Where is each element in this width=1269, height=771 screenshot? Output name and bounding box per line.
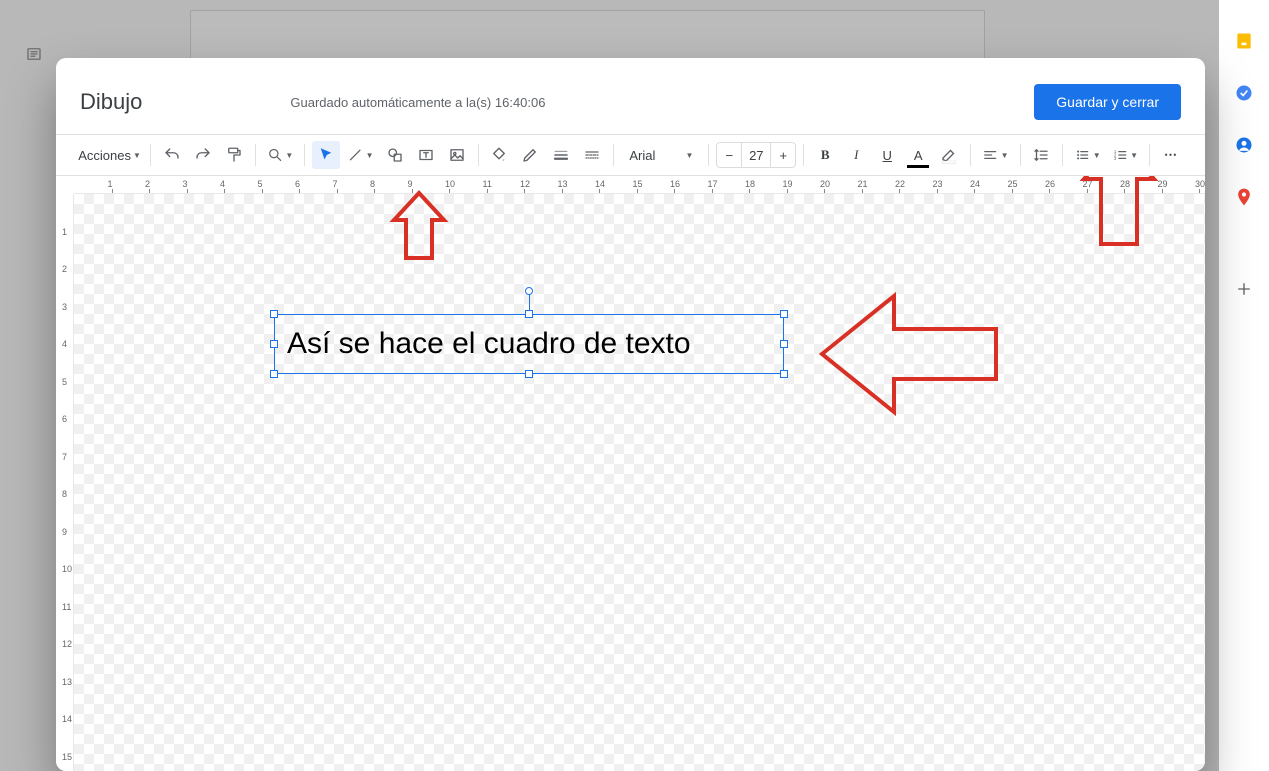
maps-icon[interactable] (1233, 186, 1255, 208)
numbered-list-button[interactable]: 123▼ (1108, 141, 1142, 169)
bullet-list-button[interactable]: ▼ (1070, 141, 1104, 169)
separator (708, 144, 709, 166)
separator (803, 144, 804, 166)
image-tool[interactable] (443, 141, 471, 169)
actions-label: Acciones (78, 148, 131, 163)
annotation-arrow-left (814, 284, 1004, 429)
font-size-decrease[interactable]: − (717, 148, 741, 163)
redo-button[interactable] (189, 141, 217, 169)
undo-button[interactable] (158, 141, 186, 169)
font-name-label: Arial (629, 148, 655, 163)
select-tool[interactable] (312, 141, 340, 169)
font-size-increase[interactable]: + (771, 148, 795, 163)
border-color-button[interactable] (516, 141, 544, 169)
separator (613, 144, 614, 166)
bold-button[interactable]: B (811, 141, 839, 169)
chevron-down-icon: ▼ (1001, 151, 1009, 160)
align-button[interactable]: ▼ (978, 141, 1012, 169)
line-spacing-button[interactable] (1027, 141, 1055, 169)
selected-textbox[interactable]: Así se hace el cuadro de texto (274, 314, 784, 374)
save-and-close-button[interactable]: Guardar y cerrar (1034, 84, 1181, 120)
separator (304, 144, 305, 166)
zoom-button[interactable]: ▼ (263, 141, 297, 169)
textbox-tool[interactable] (412, 141, 440, 169)
separator (970, 144, 971, 166)
chevron-down-icon: ▼ (1093, 151, 1101, 160)
horizontal-ruler: 1234567891011121314151617181920212223242… (74, 176, 1205, 194)
resize-handle-s[interactable] (525, 370, 533, 378)
chevron-down-icon: ▼ (366, 151, 374, 160)
chevron-down-icon: ▼ (133, 151, 141, 160)
resize-handle-n[interactable] (525, 310, 533, 318)
text-color-button[interactable]: A (904, 141, 932, 169)
resize-handle-sw[interactable] (270, 370, 278, 378)
resize-handle-e[interactable] (780, 340, 788, 348)
fill-color-button[interactable] (485, 141, 513, 169)
modal-title: Dibujo (80, 89, 142, 115)
side-panel (1219, 0, 1269, 771)
separator (1020, 144, 1021, 166)
resize-handle-w[interactable] (270, 340, 278, 348)
separator (1149, 144, 1150, 166)
drawing-modal: Dibujo Guardado automáticamente a la(s) … (56, 58, 1205, 771)
highlight-color-button[interactable] (935, 141, 963, 169)
shape-tool[interactable] (381, 141, 409, 169)
textbox-text: Así se hace el cuadro de texto (287, 327, 691, 361)
font-size-value[interactable]: 27 (741, 143, 771, 167)
rotation-handle[interactable] (525, 287, 533, 295)
resize-handle-nw[interactable] (270, 310, 278, 318)
annotation-arrow-up-small (384, 188, 454, 273)
keep-icon[interactable] (1233, 30, 1255, 52)
modal-header: Dibujo Guardado automáticamente a la(s) … (56, 58, 1205, 134)
add-addon-icon[interactable] (1233, 278, 1255, 300)
separator (478, 144, 479, 166)
font-size-control: − 27 + (716, 142, 796, 168)
rotation-line (529, 293, 530, 310)
border-dash-button[interactable] (578, 141, 606, 169)
drawing-toolbar: Acciones▼ ▼ ▼ Arial▼ − 27 + B I U A ▼ (56, 134, 1205, 176)
resize-handle-ne[interactable] (780, 310, 788, 318)
font-family-select[interactable]: Arial ▼ (621, 148, 701, 163)
chevron-down-icon: ▼ (685, 151, 693, 160)
drawing-canvas[interactable]: Así se hace el cuadro de texto (74, 194, 1205, 771)
resize-handle-se[interactable] (780, 370, 788, 378)
contacts-icon[interactable] (1233, 134, 1255, 156)
italic-button[interactable]: I (842, 141, 870, 169)
separator (255, 144, 256, 166)
vertical-ruler: 123456789101112131415 (56, 194, 74, 771)
tasks-icon[interactable] (1233, 82, 1255, 104)
chevron-down-icon: ▼ (285, 151, 293, 160)
actions-menu[interactable]: Acciones▼ (76, 141, 143, 169)
svg-text:3: 3 (1114, 156, 1117, 161)
separator (1062, 144, 1063, 166)
canvas-area: 1234567891011121314151617181920212223242… (56, 176, 1205, 771)
underline-button[interactable]: U (873, 141, 901, 169)
separator (150, 144, 151, 166)
line-tool[interactable]: ▼ (343, 141, 377, 169)
paint-format-button[interactable] (220, 141, 248, 169)
border-weight-button[interactable] (547, 141, 575, 169)
autosave-status: Guardado automáticamente a la(s) 16:40:0… (290, 95, 545, 110)
more-options-button[interactable]: ⋯ (1157, 141, 1185, 169)
chevron-down-icon: ▼ (1130, 151, 1138, 160)
